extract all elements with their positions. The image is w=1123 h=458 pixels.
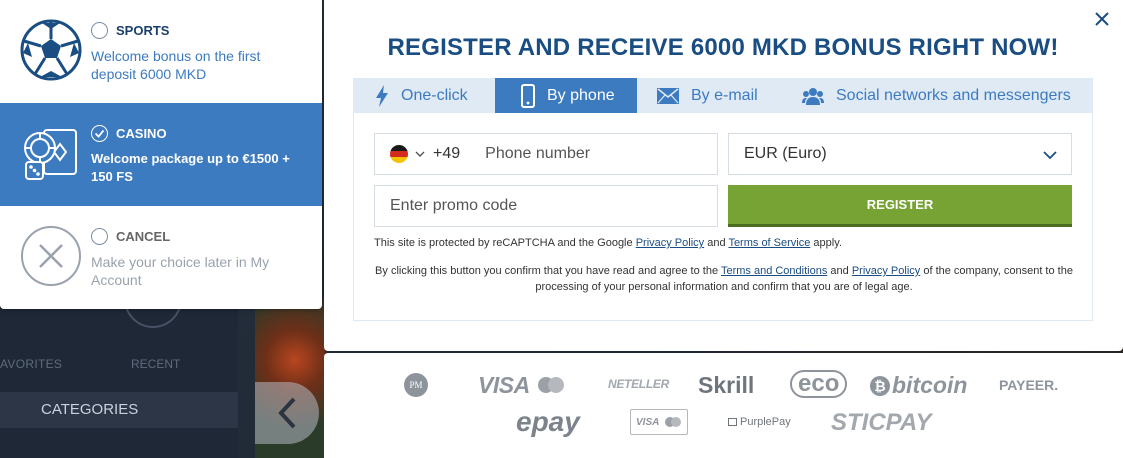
carousel-prev-button[interactable] [255, 382, 319, 444]
bonus-option-casino[interactable]: CASINO Welcome package up to €1500 + 150… [0, 103, 322, 206]
eco-logo: eco [790, 370, 848, 398]
privacy-policy-link[interactable]: Privacy Policy [852, 265, 920, 277]
visa-wire-logo: VISA [630, 409, 688, 435]
bitcoin-logo: ₿ bitcoin [870, 372, 967, 399]
tab-label: Social networks and messengers [836, 86, 1071, 104]
casino-chips-cards-icon [24, 129, 77, 180]
chevron-left-icon [278, 397, 296, 429]
soccer-ball-icon [20, 19, 82, 81]
chevron-down-icon [1043, 151, 1057, 160]
categories-header[interactable]: CATEGORIES [0, 392, 238, 428]
lightning-icon [375, 84, 389, 107]
phone-number-input[interactable]: Phone number [485, 145, 590, 163]
registration-form: +49 Phone number EUR (Euro) Enter promo … [353, 113, 1093, 321]
privacy-policy-link[interactable]: Privacy Policy [636, 237, 704, 249]
radio-cancel[interactable] [91, 228, 108, 245]
close-icon[interactable] [1094, 11, 1110, 27]
visa-text: VISA [478, 372, 530, 398]
phone-input-group[interactable]: +49 Phone number [374, 133, 718, 175]
bonus-option-title: CANCEL [116, 229, 171, 244]
promo-placeholder: Enter promo code [390, 197, 518, 214]
country-code: +49 [433, 145, 461, 162]
agreement-text: and [827, 265, 852, 277]
purplepay-logo: PurplePay [728, 416, 791, 428]
bonus-option-title: SPORTS [116, 23, 170, 38]
bitcoin-icon: ₿ [870, 375, 890, 396]
mastercard-icon [665, 417, 682, 427]
phone-icon [521, 83, 535, 108]
currency-value: EUR (Euro) [744, 145, 827, 162]
agreement-text: By clicking this button you confirm that… [375, 265, 721, 277]
captcha-text: apply. [810, 237, 842, 249]
payeer-logo: PAYEER. [999, 377, 1059, 393]
terms-and-conditions-link[interactable]: Terms and Conditions [721, 265, 827, 277]
bonus-option-description: Welcome bonus on the first deposit 6000 … [91, 48, 261, 82]
visa-small-text: VISA [636, 416, 660, 428]
visa-mastercard-logo: VISA [478, 372, 566, 399]
captcha-text: This site is protected by reCAPTCHA and … [374, 237, 636, 249]
tab-by-phone[interactable]: By phone [495, 78, 637, 113]
agreement-notice: By clicking this button you confirm that… [374, 263, 1074, 295]
tab-label: By e-mail [691, 86, 758, 104]
neteller-logo: NETELLER [608, 377, 669, 391]
tab-label: By phone [547, 86, 615, 104]
bonus-option-cancel[interactable]: CANCEL Make your choice later in My Acco… [0, 206, 322, 309]
germany-flag-icon[interactable] [390, 145, 408, 163]
bonus-option-description: Make your choice later in My Account [91, 254, 270, 288]
terms-of-service-link[interactable]: Terms of Service [728, 237, 810, 249]
registration-modal: REGISTER AND RECEIVE 6000 MKD BONUS RIGH… [324, 0, 1123, 351]
recaptcha-notice: This site is protected by reCAPTCHA and … [374, 237, 842, 249]
bonus-option-title: CASINO [116, 126, 167, 141]
purplepay-text: PurplePay [740, 416, 791, 428]
recent-label[interactable]: RECENT [131, 357, 180, 371]
bitcoin-text: bitcoin [892, 372, 968, 398]
envelope-icon [657, 87, 679, 104]
captcha-text: and [704, 237, 729, 249]
bonus-option-sports[interactable]: SPORTS Welcome bonus on the first deposi… [0, 0, 322, 103]
registration-tabs: One-click By phone By e-mail Social netw… [353, 78, 1093, 113]
users-icon [802, 87, 824, 105]
perfect-money-logo: PM [404, 373, 428, 397]
radio-casino-checked[interactable] [91, 125, 108, 142]
chevron-down-icon[interactable] [415, 151, 425, 157]
tab-label: One-click [401, 86, 468, 104]
sticpay-logo: STICPAY [831, 409, 932, 436]
currency-select[interactable]: EUR (Euro) [728, 133, 1072, 175]
bonus-choice-panel: SPORTS Welcome bonus on the first deposi… [0, 0, 322, 309]
bonus-option-description: Welcome package up to €1500 + 150 FS [91, 151, 290, 184]
purplepay-icon [728, 418, 737, 426]
favorites-label[interactable]: AVORITES [0, 357, 62, 371]
radio-sports[interactable] [91, 22, 108, 39]
register-button[interactable]: REGISTER [728, 185, 1072, 227]
epay-logo: epay [516, 406, 580, 437]
modal-title: REGISTER AND RECEIVE 6000 MKD BONUS RIGH… [387, 34, 1059, 61]
tab-one-click[interactable]: One-click [353, 78, 495, 113]
tab-social-networks[interactable]: Social networks and messengers [780, 78, 1093, 113]
skrill-logo: Skrill [698, 372, 755, 398]
promo-code-input[interactable]: Enter promo code [374, 185, 718, 227]
cancel-x-icon [21, 226, 81, 286]
payment-methods-panel: PM VISA NETELLER Skrill eco ₿ bitcoin PA… [324, 353, 1123, 458]
mastercard-icon [537, 376, 564, 393]
tab-by-email[interactable]: By e-mail [637, 78, 780, 113]
